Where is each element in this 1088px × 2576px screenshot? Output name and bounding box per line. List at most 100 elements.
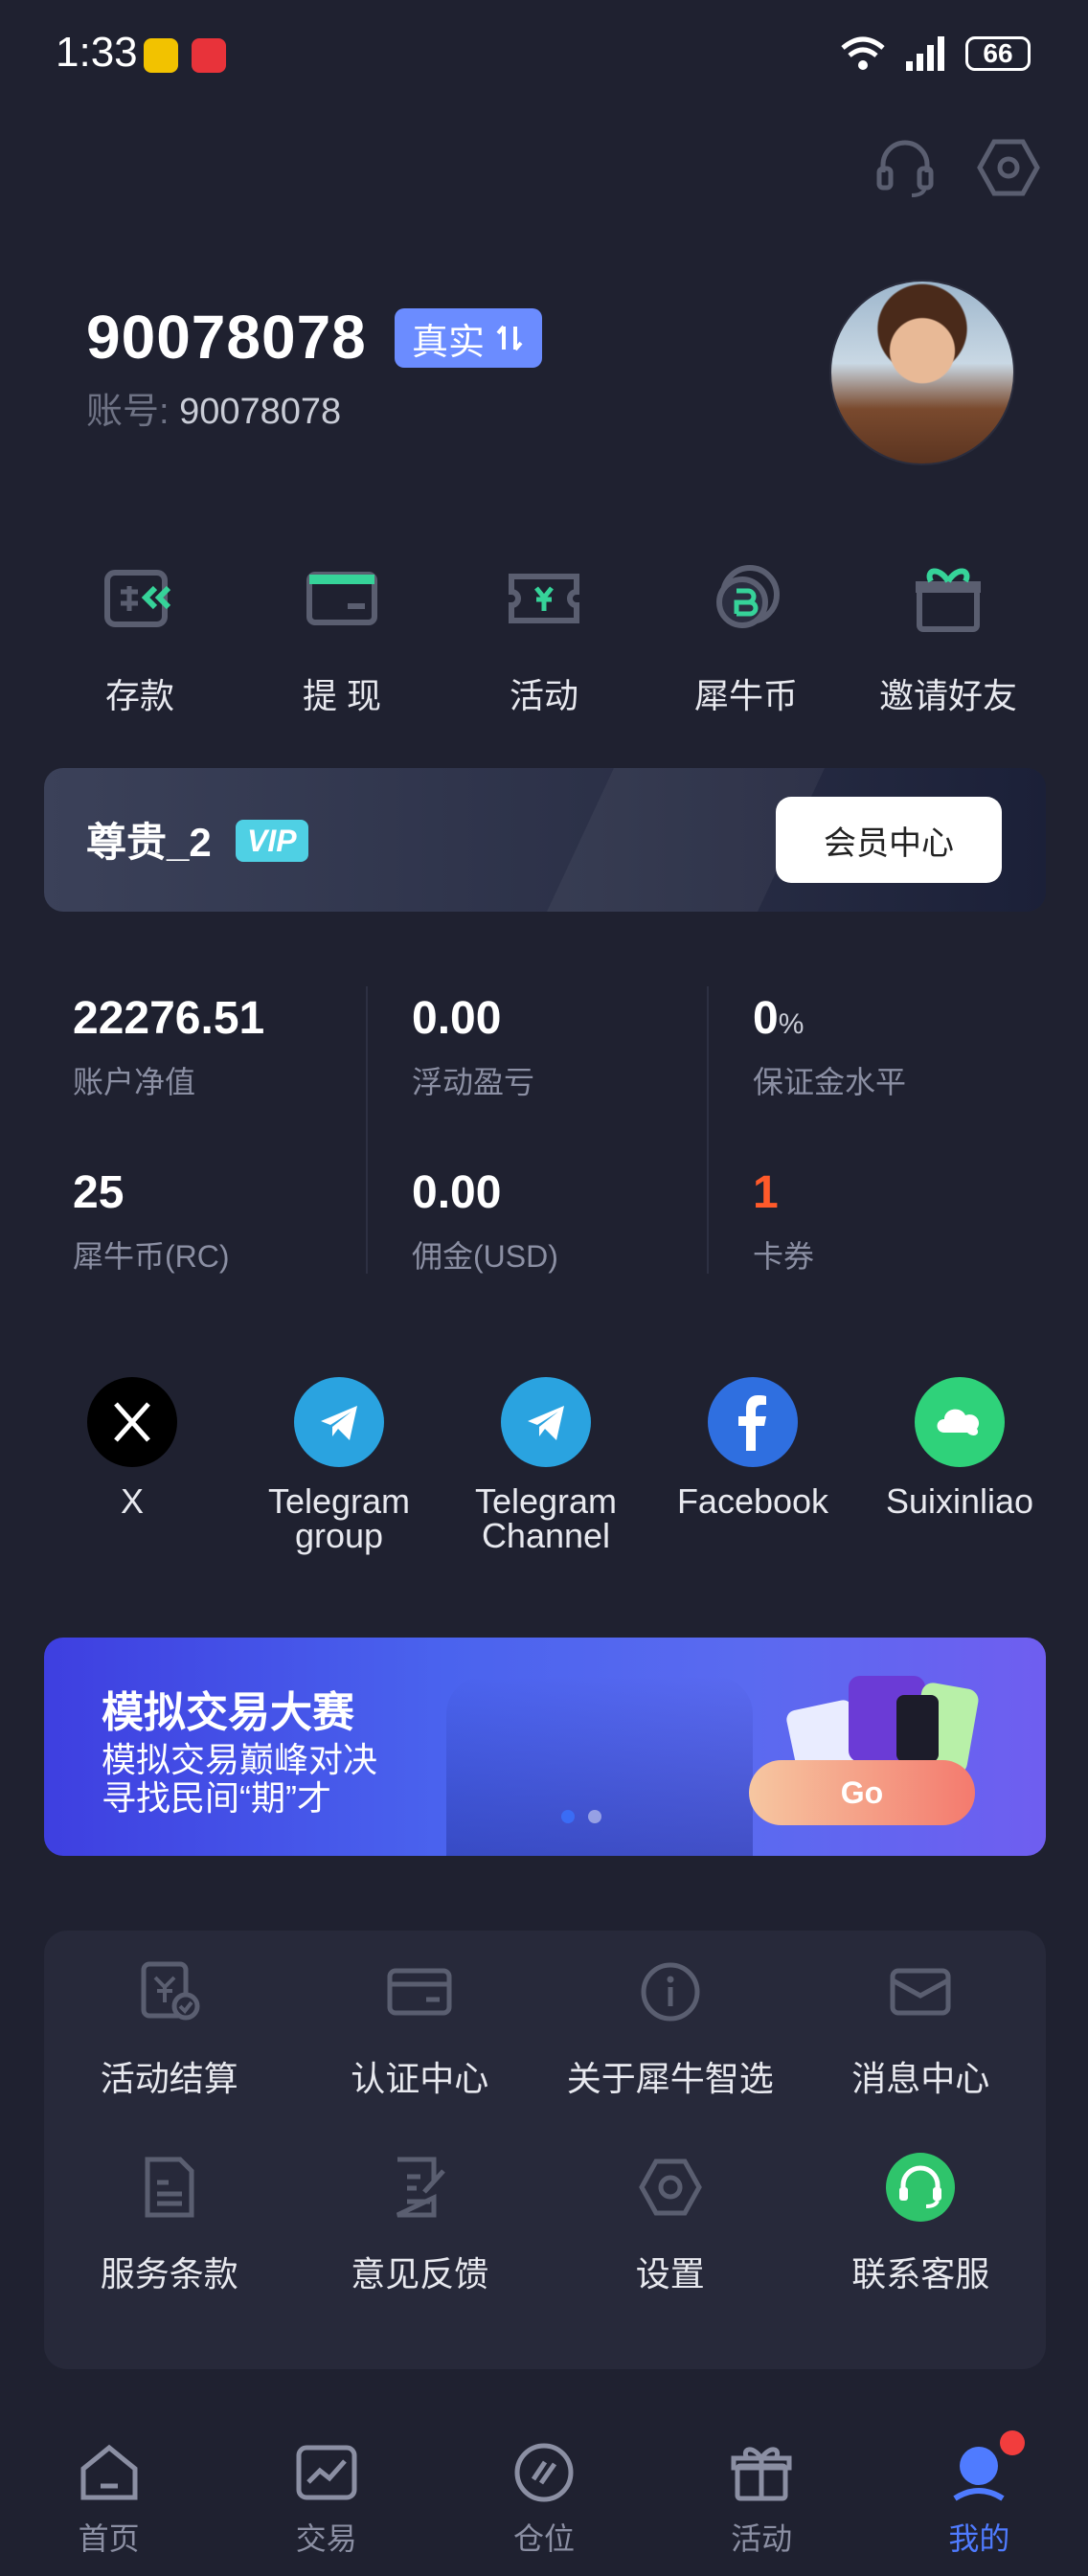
menu-activity-settlement[interactable]: 活动结算 (44, 1954, 295, 2101)
support-icon (882, 2149, 959, 2226)
quick-actions: 存款 提 现 活动 犀牛币 邀请好友 (44, 555, 1044, 718)
stat-value: 0% (753, 993, 805, 1044)
stat-value: 25 (73, 1167, 125, 1218)
social-facebook[interactable]: Facebook (649, 1377, 856, 1553)
nav-activity[interactable]: 活动 (675, 2419, 848, 2576)
member-center-button[interactable]: 会员中心 (776, 797, 1002, 883)
nav-label: 仓位 (512, 2521, 575, 2556)
social-label: Telegram group (267, 1481, 411, 1555)
headset-icon[interactable] (872, 134, 939, 201)
menu-label: 联系客服 (851, 2254, 990, 2294)
stat-label: 保证金水平 (753, 1065, 907, 1099)
settings-icon (632, 2149, 709, 2226)
nav-label: 首页 (78, 2521, 140, 2556)
signal-icon (906, 36, 944, 71)
stat-rhino-coin[interactable]: 25 犀牛币(RC) (73, 1166, 398, 1277)
stat-value: 1 (753, 1167, 779, 1218)
social-x[interactable]: X (29, 1377, 236, 1553)
social-label: Telegram Channel (474, 1481, 618, 1555)
vip-level: 尊贵_2 (86, 820, 212, 865)
menu-message-center[interactable]: 消息中心 (796, 1954, 1047, 2101)
social-telegram-group[interactable]: Telegram group (236, 1377, 442, 1553)
avatar[interactable] (829, 280, 1015, 465)
deposit-label: 存款 (104, 676, 174, 715)
account-label: 账号: (86, 392, 170, 432)
settlement-icon (131, 1954, 208, 2030)
withdraw-label: 提 现 (302, 676, 381, 715)
stat-value: 22276.51 (73, 993, 265, 1044)
menu-label: 认证中心 (351, 2059, 489, 2098)
wallet-icon (299, 555, 385, 642)
account-type-badge[interactable]: 真实 (395, 308, 543, 368)
stat-coupons[interactable]: 1 卡券 (753, 1166, 1078, 1277)
menu-label: 服务条款 (100, 2254, 238, 2294)
ticket-icon (501, 555, 587, 642)
menu-about[interactable]: 关于犀牛智选 (545, 1954, 796, 2101)
vip-badge: VIP (236, 820, 308, 862)
facebook-icon (708, 1377, 798, 1467)
invite-friends-button[interactable]: 邀请好友 (852, 555, 1044, 718)
menu-settings[interactable]: 设置 (545, 2149, 796, 2296)
contest-line-1: 模拟交易巅峰对决 (102, 1740, 378, 1779)
carousel-dot[interactable] (588, 1810, 601, 1823)
account-type-label: 真实 (412, 322, 486, 363)
account-value: 90078078 (179, 392, 342, 432)
stat-label: 犀牛币(RC) (73, 1239, 230, 1274)
contest-line-2: 寻找民间“期”才 (102, 1778, 331, 1818)
gift-icon (905, 555, 991, 642)
divider (707, 986, 709, 1274)
telegram-icon (294, 1377, 384, 1467)
menu-terms-of-service[interactable]: 服务条款 (44, 2149, 295, 2296)
social-telegram-channel[interactable]: Telegram Channel (442, 1377, 649, 1553)
stat-label: 浮动盈亏 (412, 1065, 535, 1099)
divider (366, 986, 368, 1274)
rhino-coin-button[interactable]: 犀牛币 (650, 555, 842, 718)
stat-label: 卡券 (753, 1239, 815, 1274)
menu-verification-center[interactable]: 认证中心 (295, 1954, 546, 2101)
status-icons: 66 (839, 34, 1031, 73)
activity-label: 活动 (509, 676, 578, 715)
contest-banner[interactable]: 模拟交易大赛 模拟交易巅峰对决 寻找民间“期”才 Go (44, 1638, 1046, 1856)
nav-positions[interactable]: 仓位 (458, 2419, 630, 2576)
stat-label: 佣金(USD) (412, 1239, 558, 1274)
deposit-icon (97, 555, 183, 642)
deposit-button[interactable]: 存款 (44, 555, 236, 718)
stat-net-value: 22276.51 账户净值 (73, 992, 398, 1102)
notification-app-icon (192, 38, 226, 73)
rhino-coin-label: 犀牛币 (693, 676, 798, 715)
carousel-dots (561, 1810, 601, 1823)
stat-commission[interactable]: 0.00 佣金(USD) (412, 1166, 737, 1277)
info-icon (632, 1954, 709, 2030)
go-button[interactable]: Go (749, 1760, 975, 1825)
withdraw-button[interactable]: 提 现 (246, 555, 438, 718)
chat-cloud-icon (915, 1377, 1005, 1467)
menu-feedback[interactable]: 意见反馈 (295, 2149, 546, 2296)
account-number: 账号: 90078078 (86, 381, 341, 434)
social-label: X (120, 1481, 144, 1521)
nav-label: 活动 (731, 2521, 793, 2556)
nav-home[interactable]: 首页 (23, 2419, 195, 2576)
crowd-illustration (446, 1676, 753, 1856)
menu-label: 意见反馈 (351, 2254, 489, 2294)
nav-profile[interactable]: 我的 (893, 2419, 1065, 2576)
switch-icon (496, 325, 523, 351)
home-icon (75, 2438, 144, 2507)
stat-value: 0.00 (412, 1167, 502, 1218)
social-label: Facebook (676, 1481, 829, 1521)
carousel-dot-active[interactable] (561, 1810, 575, 1823)
stat-floating-pl: 0.00 浮动盈亏 (412, 992, 737, 1102)
menu-contact-support[interactable]: 联系客服 (796, 2149, 1047, 2296)
menu-grid: 活动结算 认证中心 关于犀牛智选 消息中心 服务条款 意见反馈 设置 联系客服 (44, 1954, 1046, 2296)
x-icon (87, 1377, 177, 1467)
menu-label: 关于犀牛智选 (566, 2059, 774, 2098)
stat-label: 账户净值 (73, 1065, 196, 1099)
settings-icon[interactable] (975, 134, 1042, 201)
menu-label: 消息中心 (851, 2059, 990, 2098)
mail-icon (882, 1954, 959, 2030)
document-icon (131, 2149, 208, 2226)
nav-trade[interactable]: 交易 (240, 2419, 413, 2576)
social-suixinliao[interactable]: Suixinliao (856, 1377, 1063, 1553)
vip-banner[interactable]: 尊贵_2 VIP 会员中心 (44, 768, 1046, 912)
battery-icon: 66 (965, 36, 1031, 71)
activity-button[interactable]: 活动 (448, 555, 640, 718)
